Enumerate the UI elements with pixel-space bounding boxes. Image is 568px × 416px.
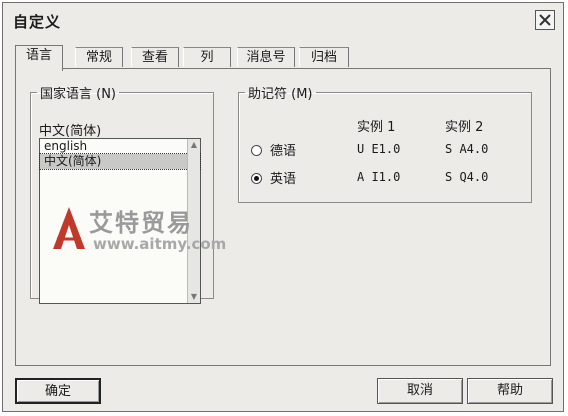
customize-dialog: 自定义 语言 常规 查看 列 消息号 归档 国家语言 (N) 中文(简体) en… bbox=[2, 2, 564, 412]
scroll-down-icon[interactable]: ▼ bbox=[189, 292, 199, 302]
mnemonic-legend: 助记符 (M) bbox=[248, 87, 313, 102]
tab-message-number[interactable]: 消息号 bbox=[237, 47, 295, 67]
column-header-example2: 实例 2 bbox=[445, 120, 484, 135]
ok-button[interactable]: 确定 bbox=[15, 378, 101, 404]
radio-button-selected-icon[interactable] bbox=[251, 173, 262, 184]
list-item-selected[interactable]: 中文(简体) bbox=[39, 153, 201, 170]
mnemonic-group: 助记符 (M) 实例 1 实例 2 德语 U E1.0 S A4.0 英语 A … bbox=[238, 83, 532, 203]
list-item[interactable]: english bbox=[40, 139, 200, 154]
english-example1: A I1.0 bbox=[357, 170, 401, 184]
close-button[interactable] bbox=[535, 10, 555, 30]
watermark: 艾特贸易 www.aitmy.com bbox=[51, 203, 231, 263]
radio-button-icon[interactable] bbox=[251, 145, 262, 156]
close-icon bbox=[539, 14, 551, 26]
tab-columns[interactable]: 列 bbox=[183, 47, 231, 67]
german-example1: U E1.0 bbox=[357, 142, 401, 156]
tab-language[interactable]: 语言 bbox=[15, 45, 63, 71]
title-bar: 自定义 bbox=[3, 3, 563, 37]
tab-archive[interactable]: 归档 bbox=[299, 47, 349, 67]
radio-german[interactable]: 德语 bbox=[251, 140, 296, 159]
watermark-url: www.aitmy.com bbox=[93, 235, 227, 253]
english-example2: S Q4.0 bbox=[445, 170, 489, 184]
help-button[interactable]: 帮助 bbox=[467, 378, 553, 404]
country-language-group: 国家语言 (N) 中文(简体) english 中文(简体) ▲ ▼ bbox=[30, 83, 214, 304]
scroll-up-icon[interactable]: ▲ bbox=[189, 140, 199, 150]
german-example2: S A4.0 bbox=[445, 142, 489, 156]
cancel-button[interactable]: 取消 bbox=[377, 378, 463, 404]
radio-english[interactable]: 英语 bbox=[251, 168, 296, 187]
country-language-legend: 国家语言 (N) bbox=[40, 87, 117, 102]
current-language: 中文(简体) bbox=[39, 124, 102, 139]
tab-general[interactable]: 常规 bbox=[75, 47, 123, 67]
dialog-title: 自定义 bbox=[13, 13, 62, 31]
radio-german-label: 德语 bbox=[270, 144, 297, 159]
watermark-text: 艾特贸易 bbox=[89, 209, 193, 237]
column-header-example1: 实例 1 bbox=[357, 120, 396, 135]
watermark-logo-icon bbox=[53, 207, 85, 249]
radio-english-label: 英语 bbox=[270, 172, 297, 187]
tab-view[interactable]: 查看 bbox=[131, 47, 179, 67]
